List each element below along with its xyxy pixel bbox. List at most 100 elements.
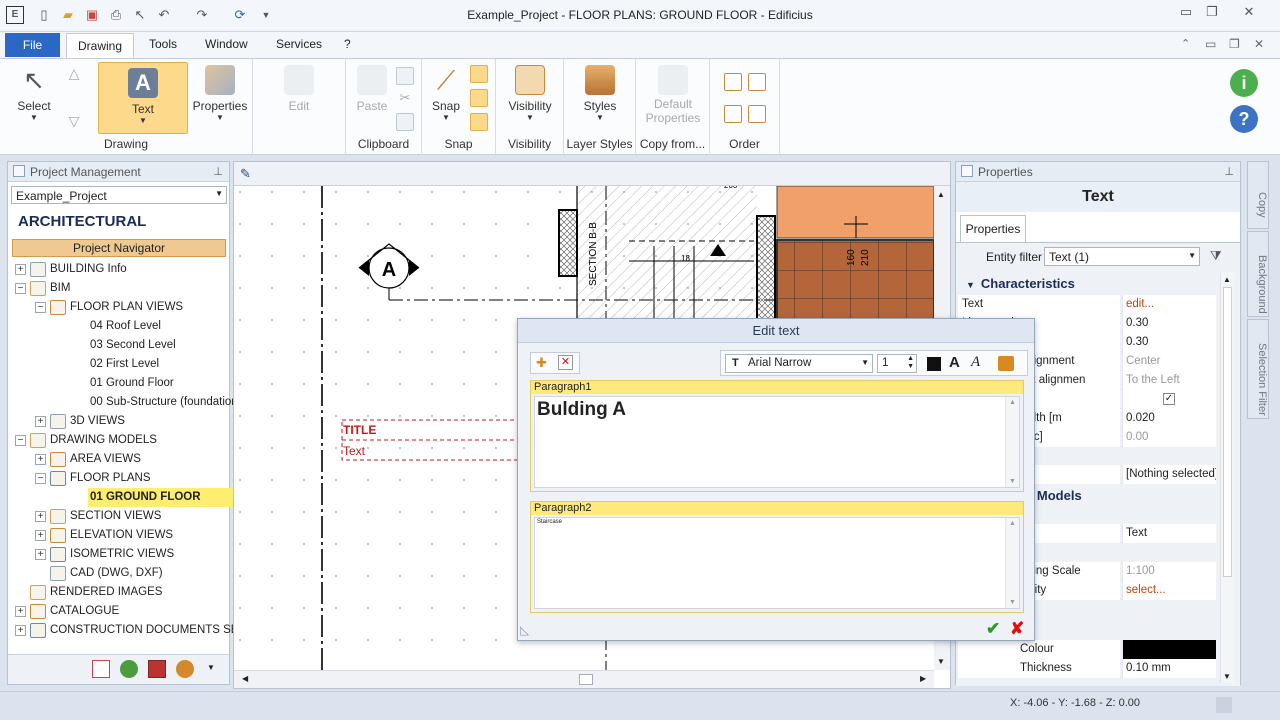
- property-row[interactable]: Colour: [958, 640, 1216, 659]
- help-icon[interactable]: ?: [1230, 105, 1258, 133]
- expand-icon[interactable]: +: [15, 606, 26, 617]
- info-icon[interactable]: i: [1230, 69, 1258, 97]
- resize-grip-icon[interactable]: ◺: [520, 623, 536, 639]
- doc-restore-icon[interactable]: ❐: [1229, 37, 1240, 51]
- tree-item[interactable]: + SECTION VIEWS: [8, 507, 229, 526]
- project-navigator-button[interactable]: Project Navigator: [12, 239, 226, 257]
- paste-button[interactable]: Paste: [350, 59, 394, 113]
- expand-icon[interactable]: +: [15, 264, 26, 275]
- scroll-up-icon[interactable]: ▲: [937, 190, 945, 199]
- tree-item[interactable]: − FLOOR PLANS: [8, 469, 229, 488]
- paragraph2-editor[interactable]: Staircase ▲ ▼: [534, 517, 1020, 609]
- doc-close-icon[interactable]: ✕: [1254, 37, 1264, 51]
- styles-button[interactable]: Styles ▼: [574, 59, 626, 122]
- side-tab-background[interactable]: Background: [1247, 231, 1269, 317]
- tree-item[interactable]: + BUILDING Info: [8, 260, 229, 279]
- text-colour-swatch[interactable]: [927, 357, 941, 371]
- edit-button[interactable]: Edit: [271, 59, 327, 113]
- expand-icon[interactable]: +: [35, 530, 46, 541]
- tab-properties[interactable]: Properties: [960, 215, 1026, 242]
- snap-endpoint-icon[interactable]: [470, 65, 488, 83]
- tree-item[interactable]: CAD (DWG, DXF): [8, 564, 229, 583]
- scroll-left-icon[interactable]: ◀: [242, 674, 248, 683]
- visibility-button[interactable]: Visibility ▼: [504, 59, 556, 122]
- checkbox[interactable]: ✓: [1163, 393, 1175, 405]
- pin-icon[interactable]: ⊥: [213, 165, 223, 178]
- side-tab-selection-filter[interactable]: Selection Filter: [1247, 319, 1269, 419]
- file-button[interactable]: File: [5, 33, 60, 57]
- collapse-icon[interactable]: −: [15, 283, 26, 294]
- report-icon[interactable]: [92, 660, 110, 678]
- entity-filter-select[interactable]: Text (1) ▼: [1044, 247, 1200, 266]
- tree-item[interactable]: 02 First Level: [8, 355, 229, 374]
- confirm-icon[interactable]: ✔: [986, 619, 1000, 639]
- scroll-down-icon[interactable]: ▼: [937, 657, 945, 666]
- add-paragraph-icon[interactable]: ✚: [536, 355, 547, 371]
- properties-button[interactable]: Properties ▼: [192, 59, 248, 135]
- tree-item[interactable]: − BIM: [8, 279, 229, 298]
- font-select[interactable]: T Arial Narrow ▼: [725, 354, 873, 373]
- scroll-down-icon[interactable]: ▼: [1223, 672, 1231, 681]
- property-row[interactable]: Thickness 0.10 mm: [958, 659, 1216, 678]
- select-button[interactable]: ↖ Select ▼: [10, 59, 58, 135]
- expand-icon[interactable]: +: [15, 625, 26, 636]
- size-stepper[interactable]: 1 ▲ ▼: [877, 354, 917, 373]
- bold-icon[interactable]: A: [949, 354, 960, 371]
- scroll-thumb[interactable]: [579, 674, 593, 685]
- tree-item[interactable]: 00 Sub-Structure (foundations): [8, 393, 247, 412]
- expand-icon[interactable]: +: [35, 454, 46, 465]
- stepper-arrows-icon[interactable]: ▲ ▼: [907, 355, 914, 371]
- tree-item[interactable]: 03 Second Level: [8, 336, 229, 355]
- italic-icon[interactable]: A: [971, 354, 980, 371]
- up-arrow-icon[interactable]: △: [64, 65, 84, 82]
- pin-icon[interactable]: ⊥: [1224, 165, 1234, 178]
- paste-special-icon[interactable]: [396, 113, 414, 131]
- tree-icon[interactable]: [120, 660, 138, 678]
- edit-drawing-icon[interactable]: ✎: [240, 166, 251, 182]
- snap-button[interactable]: ⟋ Snap ▼: [428, 59, 464, 122]
- tab-tools[interactable]: Tools: [149, 37, 177, 51]
- send-backward-icon[interactable]: [748, 105, 766, 123]
- restore-icon[interactable]: ❐: [1201, 4, 1223, 22]
- ribbon-collapse-icon[interactable]: ⌃: [1181, 37, 1190, 50]
- properties-scrollbar[interactable]: ▲ ▼: [1220, 273, 1234, 683]
- tree-item[interactable]: RENDERED IMAGES: [8, 583, 229, 602]
- snap-midpoint-icon[interactable]: [470, 89, 488, 107]
- tab-window[interactable]: Window: [205, 37, 248, 51]
- paragraph1-scrollbar[interactable]: ▲ ▼: [1005, 397, 1019, 487]
- bring-front-icon[interactable]: [724, 73, 742, 91]
- side-tab-copy[interactable]: Copy: [1247, 161, 1269, 229]
- down-arrow-icon[interactable]: ▽: [64, 113, 84, 130]
- scroll-up-icon[interactable]: ▲: [1009, 399, 1016, 406]
- project-selector[interactable]: Example_Project ▼: [11, 186, 227, 204]
- send-back-icon[interactable]: [748, 73, 766, 91]
- scroll-down-icon[interactable]: ▼: [1009, 478, 1016, 485]
- settings-icon[interactable]: [176, 660, 194, 678]
- collapse-icon[interactable]: −: [15, 435, 26, 446]
- text-button[interactable]: A Text ▼: [98, 62, 188, 134]
- tree-item[interactable]: + ELEVATION VIEWS: [8, 526, 229, 545]
- scroll-right-icon[interactable]: ▶: [920, 674, 926, 683]
- tree-item[interactable]: + ISOMETRIC VIEWS: [8, 545, 229, 564]
- scroll-up-icon[interactable]: ▲: [1009, 520, 1016, 527]
- tree-item[interactable]: +3D VIEWS: [8, 412, 229, 431]
- collapse-icon[interactable]: −: [35, 302, 46, 313]
- bring-forward-icon[interactable]: [724, 105, 742, 123]
- minimize-icon[interactable]: ▭: [1175, 4, 1197, 22]
- expand-icon[interactable]: +: [35, 416, 46, 427]
- horizontal-scrollbar[interactable]: ◀ ▶: [234, 670, 934, 688]
- characteristics-section[interactable]: ▼ Characteristics: [958, 273, 1216, 294]
- paragraph1-editor[interactable]: Bulding A ▲ ▼: [534, 396, 1020, 488]
- tree-item[interactable]: − FLOOR PLAN VIEWS: [8, 298, 229, 317]
- tree-item[interactable]: + CONSTRUCTION DOCUMENTS SET: [8, 621, 246, 640]
- paragraph2-scrollbar[interactable]: ▲ ▼: [1005, 518, 1019, 608]
- drawing-body-text[interactable]: Text: [343, 444, 366, 458]
- scroll-thumb[interactable]: [1223, 287, 1232, 577]
- default-properties-button[interactable]: Default Properties: [640, 59, 706, 125]
- cancel-icon[interactable]: ✘: [1010, 619, 1024, 639]
- drawing-title-text[interactable]: TITLE: [343, 423, 376, 437]
- colour-swatch[interactable]: [1122, 640, 1216, 659]
- cut-icon[interactable]: ✂: [396, 90, 414, 108]
- delete-paragraph-icon[interactable]: ✕: [558, 355, 573, 370]
- tab-drawing[interactable]: Drawing: [66, 33, 134, 59]
